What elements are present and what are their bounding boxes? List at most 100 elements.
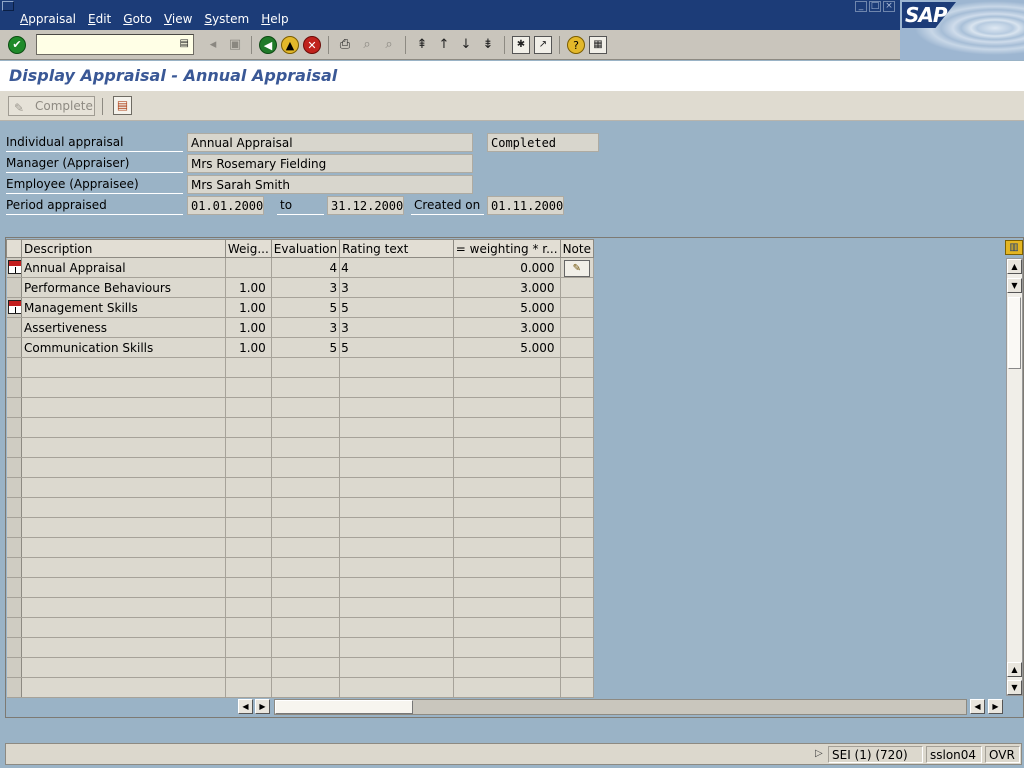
cell-evaluation[interactable]: 3 (271, 317, 341, 338)
enter-icon[interactable]: ✔ (8, 36, 26, 54)
empty-cell (339, 517, 454, 538)
empty-cell (225, 477, 272, 498)
page-up-icon[interactable]: ▲ (1007, 662, 1022, 677)
hierarchy-icon[interactable] (7, 260, 21, 274)
row-selector[interactable] (6, 457, 23, 478)
empty-cell (453, 657, 561, 678)
find-next-icon[interactable]: ⌕ (380, 36, 398, 54)
cell-evaluation[interactable]: 5 (271, 337, 341, 358)
column-rating-text[interactable]: Rating text (339, 239, 454, 258)
scroll-up-icon[interactable]: ▲ (1007, 259, 1022, 274)
system-menu-icon[interactable] (2, 1, 14, 11)
cell-description: Assertiveness (21, 317, 226, 338)
minimize-icon[interactable]: _ (855, 1, 867, 12)
menu-edit[interactable]: Edit (82, 12, 117, 26)
row-selector[interactable] (6, 477, 23, 498)
save-icon[interactable]: ▣ (226, 36, 244, 54)
horizontal-scroll-thumb[interactable] (275, 700, 413, 714)
row-selector[interactable] (6, 517, 23, 538)
column-description[interactable]: Description (21, 239, 226, 258)
scroll-down-icon[interactable]: ▼ (1007, 680, 1022, 695)
row-selector[interactable] (6, 497, 23, 518)
row-selector[interactable] (6, 317, 23, 338)
empty-cell (271, 357, 341, 378)
row-selector[interactable] (6, 437, 23, 458)
scroll-right-end-icon[interactable]: ▶ (988, 699, 1003, 714)
column-note[interactable]: Note (559, 239, 595, 258)
empty-cell (560, 637, 595, 658)
column-weighted-rating[interactable]: = weighting * r... (452, 239, 561, 258)
complete-button[interactable]: ✎ Complete (8, 96, 95, 116)
collapse-icon[interactable]: ◂ (204, 36, 222, 54)
close-window-icon[interactable]: × (883, 1, 895, 12)
select-all-column[interactable] (5, 239, 23, 258)
row-selector[interactable] (6, 357, 23, 378)
menu-view[interactable]: View (158, 12, 198, 26)
row-selector[interactable] (6, 297, 23, 318)
table-body: Annual Appraisal 4 4 0.000 ✎ Performance… (6, 257, 595, 698)
empty-cell (21, 457, 226, 478)
column-weighting[interactable]: Weig... (224, 239, 272, 258)
vertical-scrollbar[interactable]: ▲ ▼ ▲ ▼ (1006, 258, 1023, 696)
menu-appraisal[interactable]: Appraisal (14, 12, 82, 26)
command-history-icon[interactable]: ▤ (180, 38, 189, 49)
restore-icon[interactable]: □ (869, 1, 881, 12)
shortcut-icon[interactable]: ↗ (534, 36, 552, 54)
system-info[interactable]: SEI (1) (720) ▤ (828, 746, 923, 763)
exit-icon[interactable]: ▲ (281, 36, 299, 54)
cell-evaluation[interactable]: 5 (271, 297, 341, 318)
command-field[interactable]: ▤ (36, 34, 194, 55)
next-page-icon[interactable]: ↓ (457, 36, 475, 54)
row-selector[interactable] (6, 257, 23, 278)
row-selector[interactable] (6, 617, 23, 638)
command-input[interactable] (37, 35, 177, 54)
horizontal-scrollbar[interactable] (274, 699, 967, 715)
column-evaluation[interactable]: Evaluation (270, 239, 341, 258)
cell-weighted-rating: 5.000 (453, 297, 561, 318)
row-selector[interactable] (6, 557, 23, 578)
row-selector[interactable] (6, 597, 23, 618)
page-down-icon[interactable]: ▼ (1007, 278, 1022, 293)
cell-note (560, 277, 595, 298)
previous-page-icon[interactable]: ↑ (435, 36, 453, 54)
row-selector[interactable] (6, 397, 23, 418)
print-icon[interactable]: ⎙ (336, 36, 354, 54)
back-icon[interactable]: ◀ (259, 36, 277, 54)
column-settings-icon[interactable]: ▥ (1005, 240, 1023, 255)
cell-evaluation[interactable]: 3 (271, 277, 341, 298)
menu-system[interactable]: System (198, 12, 255, 26)
first-page-icon[interactable]: ⇞ (413, 36, 431, 54)
row-selector[interactable] (6, 277, 23, 298)
vertical-scroll-thumb[interactable] (1008, 297, 1021, 369)
help-icon[interactable]: ? (567, 36, 585, 54)
last-page-icon[interactable]: ⇟ (479, 36, 497, 54)
scroll-left-icon[interactable]: ◀ (238, 699, 253, 714)
row-selector[interactable] (6, 537, 23, 558)
row-selector[interactable] (6, 337, 23, 358)
layout-icon[interactable]: ▤ (113, 96, 132, 115)
row-selector[interactable] (6, 377, 23, 398)
empty-table-row (6, 617, 595, 638)
insert-mode[interactable]: OVR (985, 746, 1020, 763)
scroll-right-icon[interactable]: ▶ (255, 699, 270, 714)
create-session-icon[interactable]: ✱ (512, 36, 530, 54)
cancel-icon[interactable]: ✕ (303, 36, 321, 54)
find-icon[interactable]: ⌕ (358, 36, 376, 54)
row-selector[interactable] (6, 417, 23, 438)
menu-goto[interactable]: Goto (117, 12, 158, 26)
menu-help[interactable]: Help (255, 12, 294, 26)
status-expand-icon[interactable]: ▷ (815, 748, 823, 759)
row-selector[interactable] (6, 657, 23, 678)
empty-cell (339, 357, 454, 378)
empty-cell (21, 497, 226, 518)
note-icon[interactable]: ✎ (563, 259, 590, 277)
row-selector[interactable] (6, 677, 23, 698)
cell-evaluation[interactable]: 4 (271, 257, 341, 278)
row-selector[interactable] (6, 637, 23, 658)
scroll-left-end-icon[interactable]: ◀ (970, 699, 985, 714)
row-selector[interactable] (6, 577, 23, 598)
empty-cell (339, 677, 454, 698)
hierarchy-icon[interactable] (7, 300, 21, 314)
layout-menu-icon[interactable]: ▦ (589, 36, 607, 54)
individual-appraisal-label: Individual appraisal (6, 133, 183, 152)
